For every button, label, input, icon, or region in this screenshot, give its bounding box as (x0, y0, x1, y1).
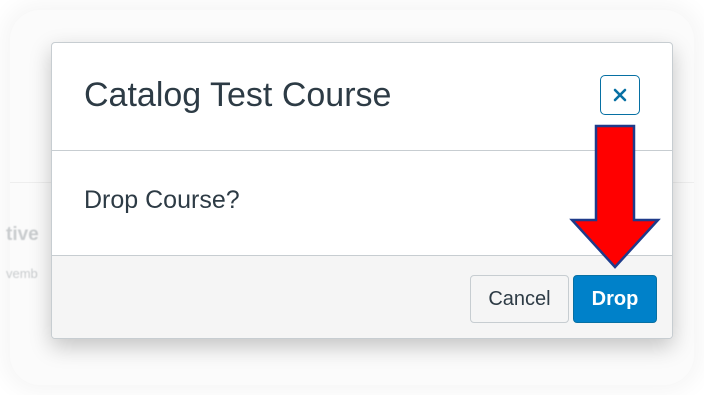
cancel-button[interactable]: Cancel (470, 275, 569, 323)
background-heading-fragment: tive (6, 224, 39, 245)
dialog-message: Drop Course? (84, 186, 240, 214)
dialog-title: Catalog Test Course (84, 76, 392, 114)
close-button[interactable] (600, 75, 640, 115)
drop-button[interactable]: Drop (573, 275, 657, 323)
background-date-fragment: vemb (6, 266, 38, 281)
close-icon (613, 88, 627, 102)
down-arrow-icon (569, 124, 661, 269)
